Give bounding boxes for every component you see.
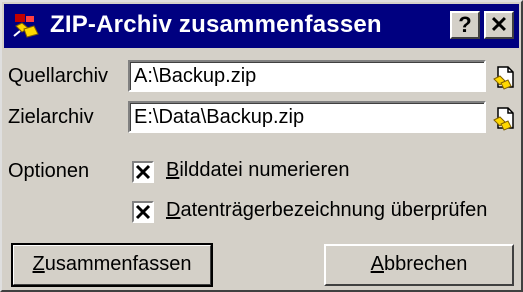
zip-merge-dialog: ZIP-Archiv zusammenfassen ? ✕ Quellarchi… bbox=[0, 0, 523, 292]
verify-label-text: Datenträgerbezeichnung überprüfen bbox=[166, 199, 488, 221]
close-button[interactable]: ✕ bbox=[484, 11, 514, 39]
number-files-label: Bilddatei numerieren bbox=[166, 159, 350, 181]
options-label: Optionen bbox=[8, 160, 90, 182]
help-button[interactable]: ? bbox=[450, 11, 480, 39]
source-archive-label: Quellarchiv bbox=[8, 65, 109, 87]
browse-source-icon[interactable] bbox=[492, 65, 516, 91]
verify-label-checkbox[interactable] bbox=[132, 201, 154, 223]
window-title: ZIP-Archiv zusammenfassen bbox=[50, 11, 382, 38]
browse-target-icon[interactable] bbox=[492, 106, 516, 132]
source-archive-field[interactable]: A:\Backup.zip bbox=[128, 60, 486, 92]
number-files-option[interactable]: Bilddatei numerieren bbox=[132, 159, 462, 187]
target-archive-field[interactable]: E:\Data\Backup.zip bbox=[128, 101, 486, 133]
zip-archive-icon bbox=[13, 14, 39, 38]
title-bar[interactable]: ZIP-Archiv zusammenfassen ? ✕ bbox=[4, 4, 519, 48]
verify-label-option[interactable]: Datenträgerbezeichnung überprüfen bbox=[132, 199, 522, 227]
merge-button[interactable]: Zusammenfassen bbox=[11, 243, 213, 287]
number-files-checkbox[interactable] bbox=[132, 161, 154, 183]
checkmark-icon bbox=[135, 204, 151, 220]
checkmark-icon bbox=[135, 164, 151, 180]
target-archive-label: Zielarchiv bbox=[8, 106, 94, 128]
cancel-button[interactable]: Abbrechen bbox=[324, 244, 514, 286]
